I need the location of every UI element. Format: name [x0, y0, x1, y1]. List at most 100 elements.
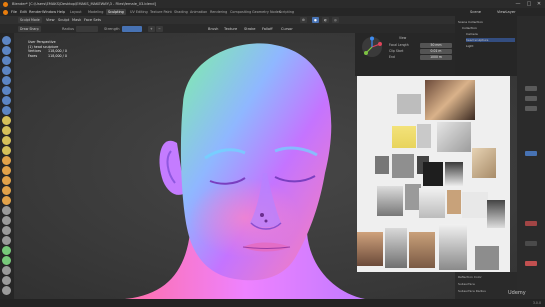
inflate-brush-icon[interactable] [2, 86, 11, 95]
reference-bust-white[interactable] [377, 186, 403, 216]
sculpted-head-model[interactable] [95, 33, 395, 299]
reference-bust-yellow[interactable] [392, 126, 416, 148]
scale-tool-icon[interactable] [2, 286, 11, 295]
view-section-header[interactable]: View [399, 36, 452, 41]
color-field-subsurface[interactable] [525, 261, 537, 266]
box-mask-icon[interactable] [2, 216, 11, 225]
falloff-menu[interactable]: Falloff [262, 27, 273, 31]
reference-sketch-grid[interactable] [397, 94, 421, 114]
reference-bust-tall[interactable] [439, 224, 467, 270]
maximize-button[interactable]: □ [524, 1, 534, 7]
color-filter-icon[interactable] [2, 256, 11, 265]
reference-photo-woman-portrait[interactable] [425, 80, 475, 120]
navigation-gizmo-icon[interactable] [361, 36, 383, 58]
menu-file[interactable]: File [11, 10, 17, 14]
scrape-brush-icon[interactable] [2, 146, 11, 155]
rotate-tool-icon[interactable] [2, 276, 11, 285]
menu-view[interactable]: View [46, 18, 55, 22]
shading-material-button[interactable]: ◐ [322, 17, 329, 23]
view-options-button[interactable]: ⚙ [300, 17, 307, 23]
outliner-item-scene-collection[interactable]: Scene Collection [458, 20, 515, 24]
direction-add-button[interactable]: + [148, 25, 155, 32]
mask-brush-icon[interactable] [2, 206, 11, 215]
cloth-filter-icon[interactable] [2, 246, 11, 255]
tab-uv-editing[interactable]: UV Editing [128, 9, 150, 15]
mesh-filter-icon[interactable] [2, 236, 11, 245]
outliner-item-camera[interactable]: Camera [466, 32, 515, 36]
reference-face-white[interactable] [419, 188, 445, 218]
scene-tab-icon[interactable] [525, 106, 537, 111]
stroke-menu[interactable]: Stroke [244, 27, 255, 31]
reference-head-bw-2[interactable] [385, 228, 407, 268]
reference-photo-woman-3[interactable] [409, 232, 435, 268]
clip-start-field[interactable]: 0.01 m [420, 49, 452, 54]
outliner-item-light[interactable]: Light [466, 44, 515, 48]
value-field[interactable] [525, 241, 537, 246]
reference-bust-side[interactable] [487, 200, 505, 228]
menu-window[interactable]: Window [42, 10, 56, 14]
tab-texture-paint[interactable]: Texture Paint [148, 9, 174, 15]
clip-end-field[interactable]: 1000 m [420, 55, 452, 60]
focal-length-field[interactable]: 50 mm [420, 43, 452, 48]
outliner-item-head[interactable]: head sculpture [466, 38, 515, 42]
reference-photo-woman-2[interactable] [357, 232, 383, 266]
output-tab-icon[interactable] [525, 96, 537, 101]
radius-field[interactable] [76, 25, 98, 32]
thumb-brush-icon[interactable] [2, 186, 11, 195]
shading-solid-button[interactable]: ● [312, 17, 319, 23]
tab-animation[interactable]: Animation [188, 9, 209, 15]
reference-face-sculpt-beige[interactable] [472, 148, 496, 178]
menu-edit[interactable]: Edit [20, 10, 27, 14]
reference-face-marble[interactable] [462, 192, 488, 218]
blender-menu-icon[interactable] [3, 9, 8, 15]
reference-head-small[interactable] [475, 246, 499, 270]
smooth-brush-icon[interactable] [2, 116, 11, 125]
cursor-menu[interactable]: Cursor [281, 27, 293, 31]
reference-bust-grey[interactable] [417, 124, 431, 148]
tab-sculpting[interactable]: Sculpting [106, 9, 126, 15]
close-button[interactable]: ✕ [534, 1, 544, 7]
reference-eye-sculpt[interactable] [437, 122, 471, 152]
pose-brush-icon[interactable] [2, 196, 11, 205]
mode-selector[interactable]: Sculpt Mode [18, 17, 42, 23]
clay-strips-brush-icon[interactable] [2, 66, 11, 75]
reference-images-board[interactable] [357, 76, 510, 272]
reference-small-bust[interactable] [375, 156, 389, 174]
elastic-deform-brush-icon[interactable] [2, 166, 11, 175]
snake-hook-brush-icon[interactable] [2, 176, 11, 185]
reference-head-profile[interactable] [392, 154, 414, 178]
menu-render[interactable]: Render [29, 10, 42, 14]
flatten-brush-icon[interactable] [2, 126, 11, 135]
layer-brush-icon[interactable] [2, 76, 11, 85]
material-tab-icon[interactable] [525, 151, 537, 156]
draw-brush-icon[interactable] [2, 36, 11, 45]
box-hide-icon[interactable] [2, 226, 11, 235]
menu-help[interactable]: Help [57, 10, 65, 14]
outliner-item-collection[interactable]: Collection [462, 26, 515, 30]
brush-selector[interactable]: Draw Sharp [18, 25, 41, 32]
reference-face-bw[interactable] [445, 162, 463, 186]
render-tab-icon[interactable] [525, 86, 537, 91]
brush-menu[interactable]: Brush [208, 27, 218, 31]
texture-menu[interactable]: Texture [224, 27, 237, 31]
clay-brush-icon[interactable] [2, 56, 11, 65]
blob-brush-icon[interactable] [2, 96, 11, 105]
draw-sharp-brush-icon[interactable] [2, 46, 11, 55]
menu-sculpt[interactable]: Sculpt [58, 18, 69, 22]
crease-brush-icon[interactable] [2, 106, 11, 115]
menu-face-sets[interactable]: Face Sets [84, 18, 101, 22]
tab-modeling[interactable]: Modeling [86, 9, 105, 15]
tab-layout[interactable]: Layout [68, 9, 84, 15]
view-layer-selector[interactable]: ViewLayer [497, 10, 516, 14]
overlays-button[interactable]: ◎ [332, 17, 339, 23]
grab-brush-icon[interactable] [2, 156, 11, 165]
strength-field[interactable] [122, 25, 142, 32]
reference-dark-photo[interactable] [423, 162, 443, 186]
scene-selector[interactable]: Scene [470, 10, 481, 14]
fill-brush-icon[interactable] [2, 136, 11, 145]
tab-rendering[interactable]: Rendering [208, 9, 229, 15]
move-tool-icon[interactable] [2, 266, 11, 275]
minimize-button[interactable]: — [513, 1, 523, 7]
reference-bust-bronze[interactable] [447, 190, 461, 214]
tab-scripting[interactable]: Scripting [277, 9, 296, 15]
